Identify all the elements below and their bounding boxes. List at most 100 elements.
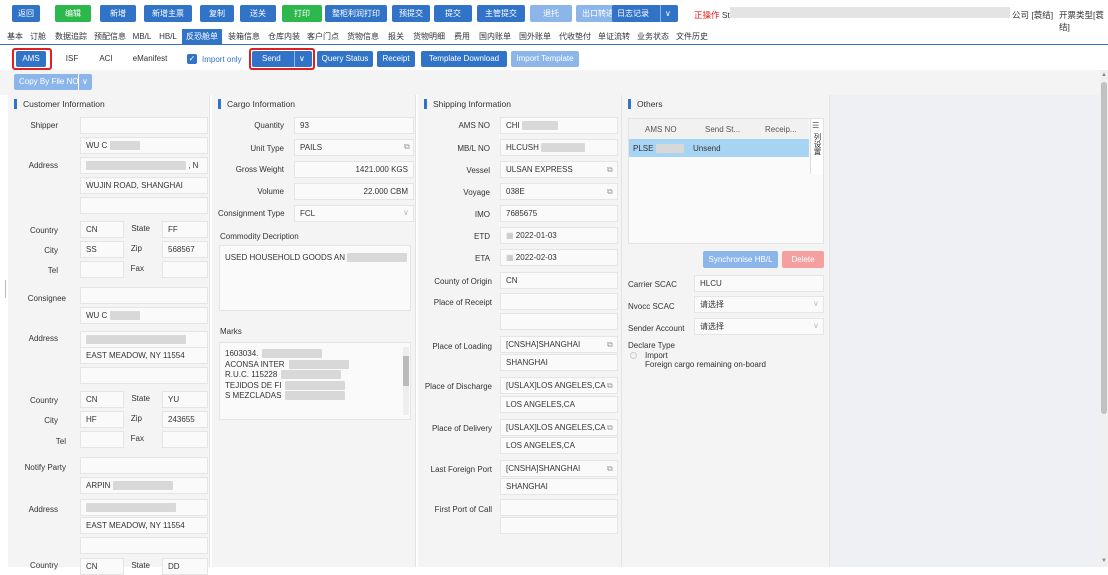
loading-field[interactable]: [CNSHA]SHANGHAI: [500, 336, 618, 353]
consignee-tel-field[interactable]: [80, 431, 124, 448]
last-port-field[interactable]: [CNSHA]SHANGHAI: [500, 460, 618, 477]
loading-field-2[interactable]: SHANGHAI: [500, 354, 618, 371]
consignee-zip-field[interactable]: 243655: [162, 411, 208, 428]
toolbar-button-7[interactable]: 整柜利润打印: [325, 5, 387, 22]
tab-3[interactable]: 预配信息: [92, 29, 128, 44]
shipper-address-2[interactable]: WUJIN ROAD, SHANGHAI: [80, 177, 208, 194]
select-icon[interactable]: ⧉: [607, 423, 613, 433]
imo-field[interactable]: 7685675: [500, 205, 618, 222]
consignment-type-select[interactable]: FCL: [294, 205, 414, 222]
consignee-country-field[interactable]: CN: [80, 391, 124, 408]
shipper-zip-field[interactable]: 568567: [162, 241, 208, 258]
consignee-name-field[interactable]: WU C: [80, 307, 208, 324]
toolbar-button-5[interactable]: 送关: [240, 5, 276, 22]
vessel-field[interactable]: ULSAN EXPRESS: [500, 161, 618, 178]
commodity-textarea[interactable]: USED HOUSEHOLD GOODS AN: [219, 245, 411, 311]
tab-8[interactable]: 仓库内装: [266, 29, 302, 44]
tab-5[interactable]: HB/L: [156, 29, 180, 44]
tab-12[interactable]: 货物明细: [410, 29, 448, 44]
col-ams-no[interactable]: AMS NO: [645, 125, 677, 134]
select-icon[interactable]: ⧉: [404, 142, 410, 152]
first-port-field[interactable]: [500, 499, 618, 516]
toolbar-button-9[interactable]: 提交: [434, 5, 472, 22]
table-row[interactable]: PLSE Unsend: [629, 139, 809, 157]
shipper-name-field[interactable]: WU C: [80, 137, 208, 154]
shipper-tel-field[interactable]: [80, 261, 124, 278]
marks-scroll-thumb[interactable]: [403, 356, 409, 386]
shipper-address-3[interactable]: [80, 197, 208, 214]
consignee-address-2[interactable]: EAST MEADOW, NY 11554: [80, 347, 208, 364]
tab-2[interactable]: 数据追踪: [52, 29, 90, 44]
etd-field[interactable]: ▦ 2022-01-03: [500, 227, 618, 244]
tab-10[interactable]: 货物信息: [344, 29, 382, 44]
consignee-city-field[interactable]: HF: [80, 411, 124, 428]
shipper-country-field[interactable]: CN: [80, 221, 124, 238]
tab-aci[interactable]: ACI: [92, 51, 120, 67]
nvocc-scac-select[interactable]: 请选择: [694, 296, 824, 313]
toolbar-button-8[interactable]: 预提交: [392, 5, 430, 22]
tab-13[interactable]: 费用: [450, 29, 474, 44]
toolbar-button-1[interactable]: 编辑: [55, 5, 91, 22]
tab-9[interactable]: 客户门点: [304, 29, 342, 44]
tab-17[interactable]: 单证流转: [596, 29, 632, 44]
toolbar-button-0[interactable]: 返回: [12, 5, 40, 22]
eta-field[interactable]: ▦ 2022-02-03: [500, 249, 618, 266]
carrier-scac-field[interactable]: HLCU: [694, 275, 824, 292]
tab-4[interactable]: MB/L: [130, 29, 154, 44]
tab-emanifest[interactable]: eManifest: [126, 51, 174, 67]
shipper-state-field[interactable]: FF: [162, 221, 208, 238]
tab-14[interactable]: 国内账单: [476, 29, 514, 44]
tab-isf[interactable]: ISF: [58, 51, 86, 67]
tab-18[interactable]: 业务状态: [634, 29, 672, 44]
copy-by-file-button[interactable]: Copy By File NO ∨: [14, 74, 92, 90]
receipt-field-2[interactable]: [500, 313, 618, 330]
delete-button[interactable]: Delete: [782, 251, 824, 268]
mbl-no-field[interactable]: HLCUSH: [500, 139, 618, 156]
import-radio[interactable]: [630, 352, 637, 359]
marks-textarea[interactable]: 1603034. ACONSA INTER R.U.C. 115228 TEJIDOS…: [219, 342, 411, 420]
select-icon[interactable]: ⧉: [607, 381, 613, 391]
volume-field[interactable]: 22.000 CBM: [294, 183, 414, 200]
scrollbar-thumb[interactable]: [1101, 82, 1107, 414]
quantity-field[interactable]: 93: [294, 117, 414, 134]
delivery-field[interactable]: [USLAX]LOS ANGELES,CA: [500, 419, 618, 436]
tab-6[interactable]: 反恐舱单: [182, 29, 222, 44]
tab-19[interactable]: 文件历史: [674, 29, 710, 44]
receipt-field[interactable]: [500, 293, 618, 310]
shipper-city-field[interactable]: SS: [80, 241, 124, 258]
col-send-status[interactable]: Send St...: [705, 125, 740, 134]
notify-address-3[interactable]: [80, 537, 208, 554]
log-record-dropdown[interactable]: 日志记录 ∨: [612, 5, 678, 22]
receipt-button[interactable]: Receipt: [377, 51, 415, 67]
tab-15[interactable]: 国外账单: [516, 29, 554, 44]
notify-address-1[interactable]: [80, 499, 208, 516]
select-icon[interactable]: ⧉: [607, 464, 613, 474]
select-icon[interactable]: ⧉: [607, 187, 613, 197]
toolbar-button-2[interactable]: 新增: [100, 5, 136, 22]
synchronise-hbl-button[interactable]: Synchronise HB/L: [703, 251, 778, 268]
consignee-state-field[interactable]: YU: [162, 391, 208, 408]
first-port-field-2[interactable]: [500, 517, 618, 534]
notify-address-2[interactable]: EAST MEADOW, NY 11554: [80, 517, 208, 534]
tab-16[interactable]: 代收垫付: [556, 29, 594, 44]
toolbar-button-4[interactable]: 复制: [200, 5, 234, 22]
toolbar-button-6[interactable]: 打印: [282, 5, 322, 22]
delivery-field-2[interactable]: LOS ANGELES,CA: [500, 437, 618, 454]
ams-no-field[interactable]: CHI: [500, 117, 618, 134]
scroll-up-icon[interactable]: ▲: [1101, 72, 1107, 78]
discharge-field-2[interactable]: LOS ANGELES,CA: [500, 396, 618, 413]
tab-0[interactable]: 基本: [4, 29, 26, 44]
shipper-code-field[interactable]: [80, 117, 208, 134]
import-only-checkbox[interactable]: ✓: [187, 54, 197, 64]
select-icon[interactable]: ⧉: [607, 340, 613, 350]
select-icon[interactable]: ⧉: [607, 165, 613, 175]
discharge-field[interactable]: [USLAX]LOS ANGELES,CA: [500, 377, 618, 394]
query-status-button[interactable]: Query Status: [317, 51, 373, 67]
consignee-code-field[interactable]: [80, 287, 208, 304]
consignee-address-3[interactable]: [80, 367, 208, 384]
shipper-address-1[interactable]: , N: [80, 157, 208, 174]
toolbar-button-11[interactable]: 退托: [530, 5, 572, 22]
toolbar-button-3[interactable]: 新增主票: [144, 5, 192, 22]
splitter-handle[interactable]: [5, 280, 6, 298]
consignee-fax-field[interactable]: [162, 431, 208, 448]
